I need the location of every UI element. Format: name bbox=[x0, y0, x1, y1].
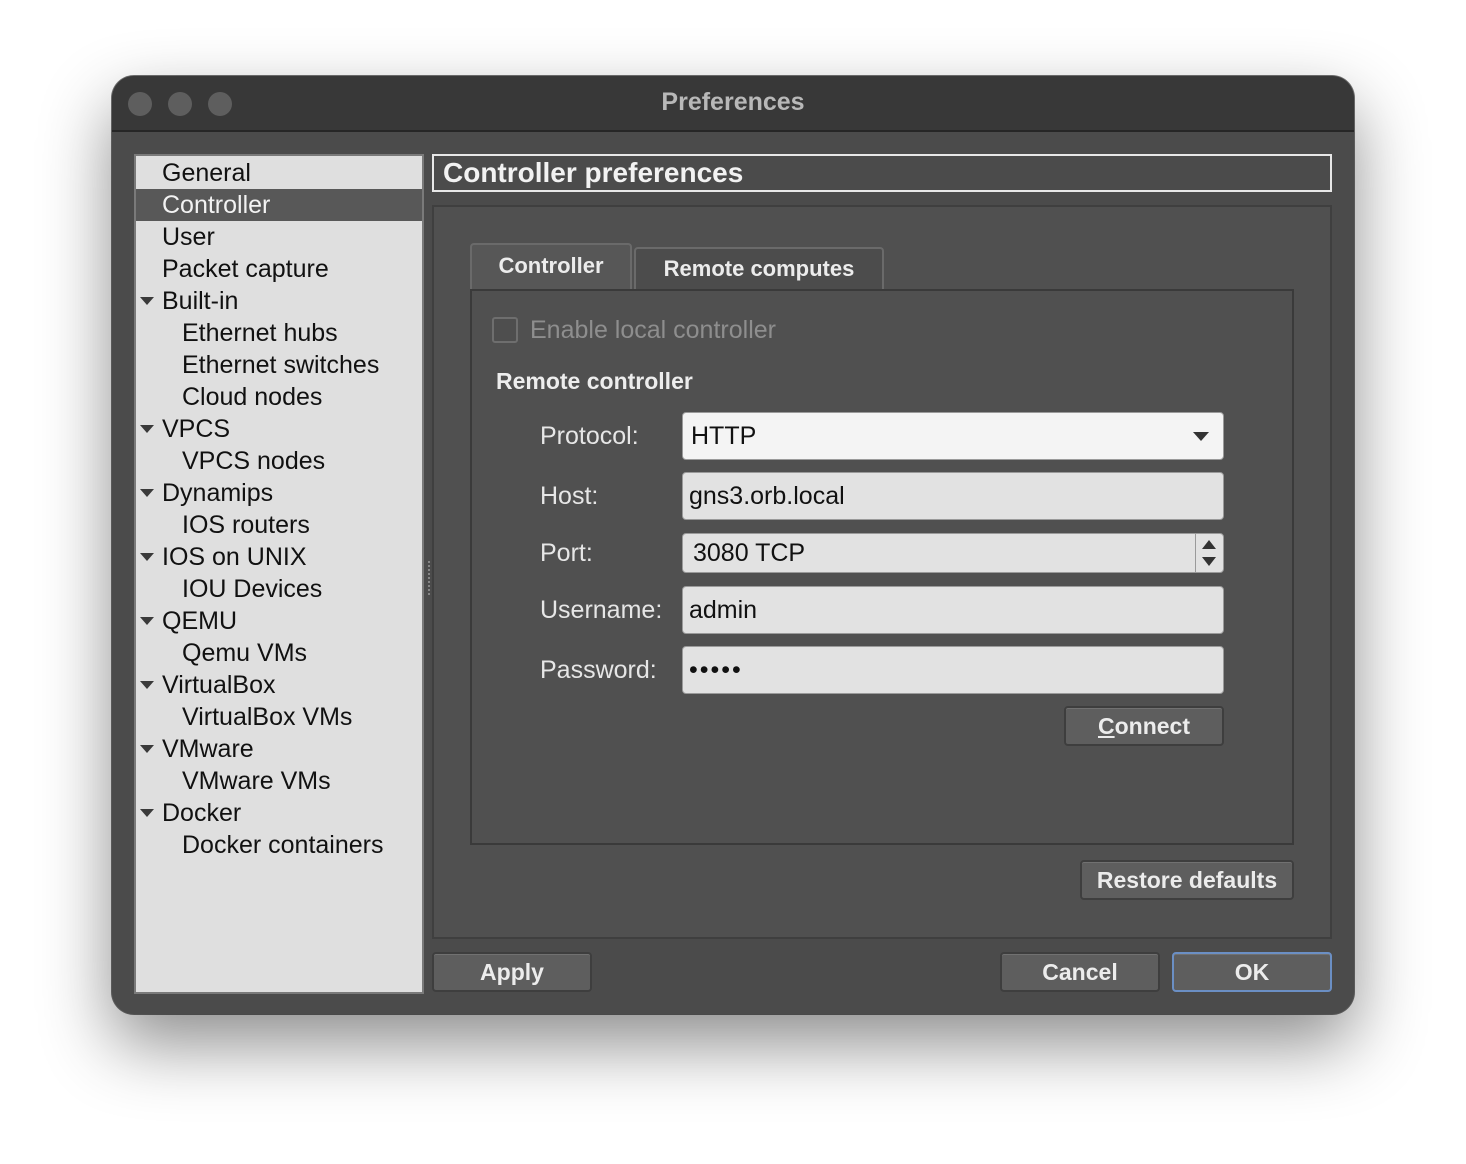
sidebar-item-label: IOS on UNIX bbox=[162, 543, 307, 571]
sidebar-item-ethernet-switches[interactable]: Ethernet switches bbox=[136, 349, 422, 381]
connect-button[interactable]: Connect bbox=[1064, 706, 1224, 746]
sidebar-item-vmware-vms[interactable]: VMware VMs bbox=[136, 765, 422, 797]
chevron-down-icon bbox=[1193, 432, 1209, 441]
tab-controller[interactable]: Controller bbox=[470, 243, 632, 291]
restore-defaults-button[interactable]: Restore defaults bbox=[1080, 860, 1294, 900]
sidebar-item-label: Ethernet switches bbox=[182, 351, 380, 379]
port-label: Port: bbox=[540, 539, 593, 567]
sidebar-item-label: VPCS bbox=[162, 415, 231, 443]
sidebar-item-label: Ethernet hubs bbox=[182, 319, 338, 347]
splitter-handle[interactable] bbox=[427, 560, 431, 596]
sidebar-item-label: Qemu VMs bbox=[182, 639, 308, 667]
expand-arrow-icon[interactable] bbox=[140, 681, 154, 689]
sidebar-item-label: VPCS nodes bbox=[182, 447, 326, 475]
sidebar-item-label: User bbox=[162, 223, 215, 251]
port-spin-buttons[interactable] bbox=[1195, 534, 1223, 572]
sidebar-item-vpcs-nodes[interactable]: VPCS nodes bbox=[136, 445, 422, 477]
protocol-select[interactable]: HTTP bbox=[682, 412, 1224, 460]
sidebar-item-label: Controller bbox=[162, 191, 271, 219]
ok-button[interactable]: OK bbox=[1172, 952, 1332, 992]
sidebar-item-cloud-nodes[interactable]: Cloud nodes bbox=[136, 381, 422, 413]
expand-arrow-icon[interactable] bbox=[140, 425, 154, 433]
username-input[interactable]: admin bbox=[682, 586, 1224, 634]
sidebar-item-label: VMware VMs bbox=[182, 767, 331, 795]
sidebar-item-built-in[interactable]: Built-in bbox=[136, 285, 422, 317]
sidebar-item-iou-devices[interactable]: IOU Devices bbox=[136, 573, 422, 605]
username-label: Username: bbox=[540, 596, 663, 624]
window-title: Preferences bbox=[661, 88, 805, 116]
tab-remote-computes[interactable]: Remote computes bbox=[634, 247, 884, 291]
sidebar-item-virtualbox[interactable]: VirtualBox bbox=[136, 669, 422, 701]
sidebar-item-ios-on-unix[interactable]: IOS on UNIX bbox=[136, 541, 422, 573]
sidebar-item-label: Built-in bbox=[162, 287, 239, 315]
title-bar: Preferences bbox=[112, 76, 1354, 132]
apply-button[interactable]: Apply bbox=[432, 952, 592, 992]
preferences-window: Preferences General Controller User Packet … bbox=[112, 76, 1354, 1014]
port-spinbox[interactable]: 3080 TCP bbox=[682, 533, 1224, 573]
sidebar-item-label: IOU Devices bbox=[182, 575, 323, 603]
sidebar-item-packet-capture[interactable]: Packet capture bbox=[136, 253, 422, 285]
sidebar-item-dynamips[interactable]: Dynamips bbox=[136, 477, 422, 509]
protocol-label: Protocol: bbox=[540, 422, 639, 450]
sidebar-item-label: VMware bbox=[162, 735, 254, 763]
sidebar-item-qemu[interactable]: QEMU bbox=[136, 605, 422, 637]
remote-controller-title: Remote controller bbox=[496, 368, 693, 394]
sidebar-item-docker-containers[interactable]: Docker containers bbox=[136, 829, 422, 861]
sidebar-item-label: IOS routers bbox=[182, 511, 310, 539]
sidebar-item-label: Docker bbox=[162, 799, 242, 827]
sidebar-item-label: Docker containers bbox=[182, 831, 384, 859]
port-value: 3080 TCP bbox=[693, 539, 806, 567]
sidebar-item-label: Cloud nodes bbox=[182, 383, 323, 411]
sidebar-item-ios-routers[interactable]: IOS routers bbox=[136, 509, 422, 541]
sidebar-item-docker[interactable]: Docker bbox=[136, 797, 422, 829]
protocol-value: HTTP bbox=[691, 422, 757, 450]
expand-arrow-icon[interactable] bbox=[140, 297, 154, 305]
sidebar-item-label: VirtualBox VMs bbox=[182, 703, 353, 731]
expand-arrow-icon[interactable] bbox=[140, 745, 154, 753]
sidebar-item-ethernet-hubs[interactable]: Ethernet hubs bbox=[136, 317, 422, 349]
expand-arrow-icon[interactable] bbox=[140, 617, 154, 625]
expand-arrow-icon[interactable] bbox=[140, 553, 154, 561]
password-label: Password: bbox=[540, 656, 657, 684]
connect-label: onnect bbox=[1114, 713, 1190, 739]
sidebar-item-general[interactable]: General bbox=[136, 157, 422, 189]
sidebar-item-label: QEMU bbox=[162, 607, 237, 635]
cancel-button[interactable]: Cancel bbox=[1000, 952, 1160, 992]
host-input[interactable]: gns3.orb.local bbox=[682, 472, 1224, 520]
sidebar-item-vmware[interactable]: VMware bbox=[136, 733, 422, 765]
sidebar-item-label: VirtualBox bbox=[162, 671, 276, 699]
sidebar-item-user[interactable]: User bbox=[136, 221, 422, 253]
password-input[interactable]: ••••• bbox=[682, 646, 1224, 694]
sidebar-item-vpcs[interactable]: VPCS bbox=[136, 413, 422, 445]
connect-mnemonic: C bbox=[1097, 713, 1115, 739]
preferences-tree[interactable]: General Controller User Packet capture Built… bbox=[134, 154, 424, 994]
expand-arrow-icon[interactable] bbox=[140, 809, 154, 817]
host-label: Host: bbox=[540, 482, 599, 510]
expand-arrow-icon[interactable] bbox=[140, 489, 154, 497]
sidebar-item-label: Packet capture bbox=[162, 255, 329, 283]
enable-local-controller-checkbox[interactable] bbox=[492, 317, 518, 343]
sidebar-item-controller[interactable]: Controller bbox=[136, 189, 422, 221]
spin-down-icon[interactable] bbox=[1202, 557, 1216, 566]
sidebar-item-virtualbox-vms[interactable]: VirtualBox VMs bbox=[136, 701, 422, 733]
spin-up-icon[interactable] bbox=[1202, 540, 1216, 549]
page-title: Controller preferences bbox=[432, 154, 1332, 192]
enable-local-controller-label: Enable local controller bbox=[530, 316, 776, 344]
sidebar-item-label: General bbox=[162, 159, 251, 187]
sidebar-item-label: Dynamips bbox=[162, 479, 274, 507]
sidebar-item-qemu-vms[interactable]: Qemu VMs bbox=[136, 637, 422, 669]
